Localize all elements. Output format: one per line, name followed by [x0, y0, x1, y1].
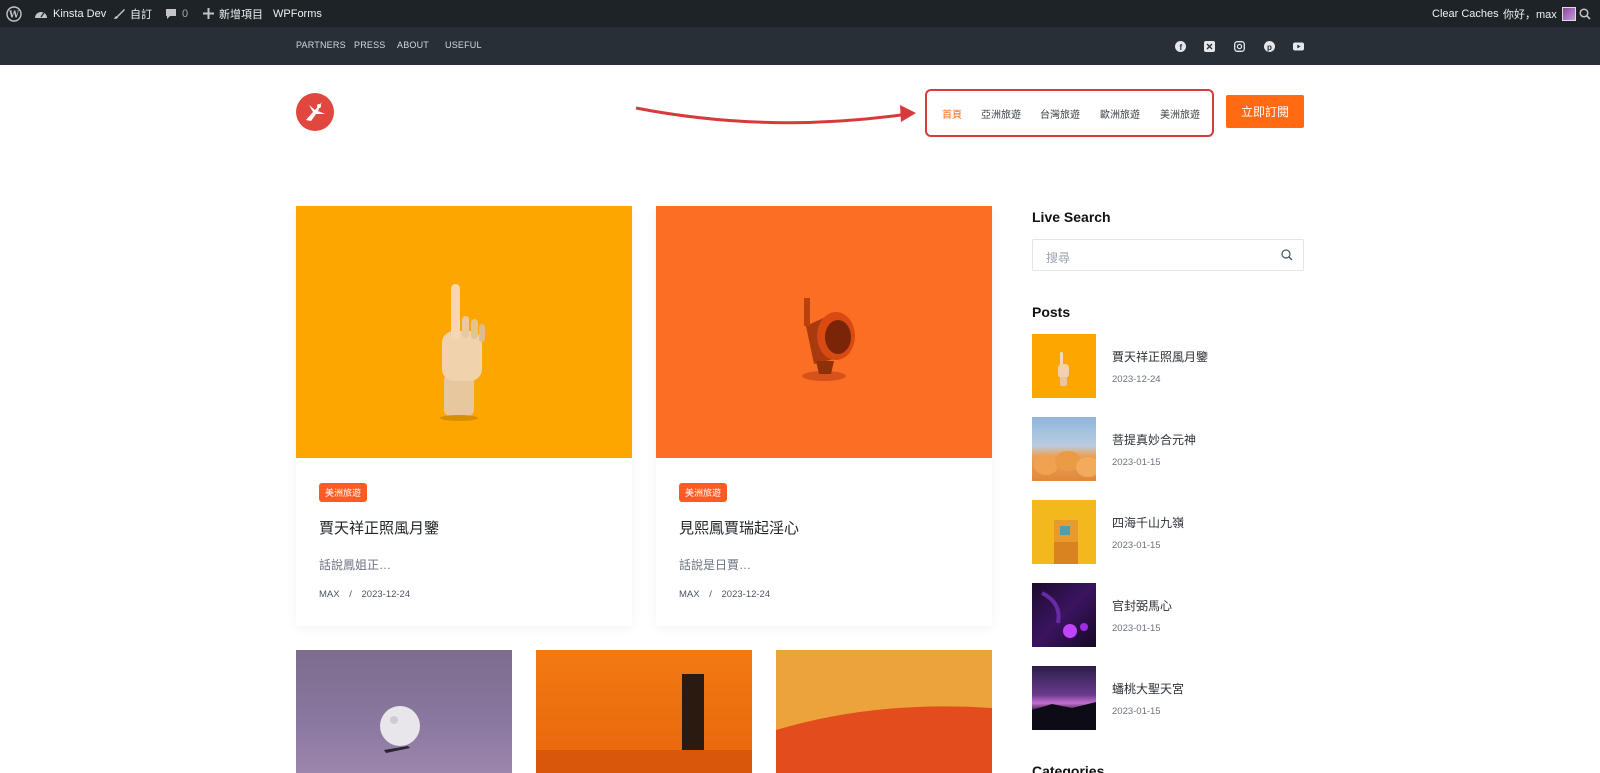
post-title[interactable]: 蟠桃大聖天宮: [1112, 680, 1184, 697]
post-title[interactable]: 賈天祥正照風月鑒: [319, 517, 439, 538]
plus-icon: [203, 8, 214, 19]
search-icon[interactable]: [1579, 0, 1591, 27]
list-item[interactable]: 蟠桃大聖天宮 2023-01-15: [1032, 666, 1304, 730]
customize-link[interactable]: 自訂: [113, 0, 152, 27]
search-icon[interactable]: [1281, 249, 1293, 261]
instagram-icon[interactable]: [1232, 39, 1246, 53]
list-item[interactable]: 官封弼馬心 2023-01-15: [1032, 583, 1304, 647]
site-name-menu[interactable]: Kinsta Dev: [34, 0, 106, 27]
list-item[interactable]: 賈天祥正照風月鑒 2023-12-24: [1032, 334, 1304, 398]
nav-home[interactable]: 首頁: [942, 106, 962, 121]
wordpress-logo-icon[interactable]: W: [6, 0, 22, 27]
post-title[interactable]: 菩提真妙合元神: [1112, 431, 1196, 448]
search-input[interactable]: 搜尋: [1032, 239, 1304, 271]
post-author[interactable]: MAX: [679, 589, 700, 600]
post-thumbnail[interactable]: [1032, 666, 1096, 730]
post-author[interactable]: MAX: [319, 589, 340, 600]
category-badge[interactable]: 美洲旅遊: [679, 483, 728, 502]
svg-text:p: p: [1267, 42, 1272, 51]
live-search-heading: Live Search: [1032, 209, 1111, 225]
clear-caches-label: Clear Caches: [1432, 7, 1499, 20]
list-item[interactable]: 菩提真妙合元神 2023-01-15: [1032, 417, 1304, 481]
post-image[interactable]: [776, 650, 992, 773]
post-excerpt: 話說鳳姐正…: [319, 558, 392, 572]
topnav-press[interactable]: PRESS: [354, 40, 386, 50]
post-date: 2023-01-15: [1112, 540, 1161, 551]
post-thumbnail[interactable]: [1032, 583, 1096, 647]
post-thumbnail[interactable]: [1032, 500, 1096, 564]
post-card[interactable]: 美洲旅遊 賈天祥正照風月鑒 話說鳳姐正… MAX / 2023-12-24: [296, 206, 632, 626]
top-utility-bar: PARTNERS PRESS ABOUT USEFUL f p: [0, 27, 1600, 65]
nav-asia-travel[interactable]: 亞洲旅遊: [981, 106, 1021, 121]
svg-text:f: f: [1179, 43, 1182, 52]
post-date: 2023-01-15: [1112, 623, 1161, 634]
post-date: 2023-12-24: [721, 589, 771, 600]
new-item-label: 新增項目: [219, 8, 263, 21]
post-date: 2023-12-24: [361, 589, 411, 600]
list-item[interactable]: 四海千山九嶺 2023-01-15: [1032, 500, 1304, 564]
post-title[interactable]: 四海千山九嶺: [1112, 514, 1184, 531]
new-item-menu[interactable]: 新增項目: [203, 0, 263, 27]
search-placeholder: 搜尋: [1046, 251, 1071, 265]
user-menu[interactable]: 你好，max: [1503, 0, 1576, 27]
post-card[interactable]: 美洲旅遊 見熙鳳賈瑞起淫心 話說是日賈… MAX / 2023-12-24: [656, 206, 992, 626]
post-title[interactable]: 見熙鳳賈瑞起淫心: [679, 517, 799, 538]
post-image[interactable]: [536, 650, 752, 773]
dashboard-icon: [35, 11, 47, 18]
post-meta: MAX / 2023-12-24: [319, 589, 410, 600]
nav-taiwan-travel[interactable]: 台灣旅遊: [1040, 106, 1080, 121]
site-logo[interactable]: [296, 93, 334, 131]
post-title[interactable]: 賈天祥正照風月鑒: [1112, 348, 1208, 365]
brush-icon: [114, 8, 125, 19]
nav-america-travel[interactable]: 美洲旅遊: [1160, 106, 1200, 121]
post-title[interactable]: 官封弼馬心: [1112, 597, 1172, 614]
facebook-icon[interactable]: f: [1173, 39, 1187, 53]
clear-caches-link[interactable]: Clear Caches: [1432, 0, 1499, 27]
categories-heading: Categories: [1032, 763, 1105, 773]
avatar: [1561, 6, 1576, 21]
meta-separator: /: [349, 589, 352, 600]
comments-count: 0: [182, 7, 189, 20]
post-thumbnail[interactable]: [1032, 334, 1096, 398]
user-greeting: 你好，max: [1503, 8, 1557, 21]
topnav-useful[interactable]: USEFUL: [445, 40, 482, 50]
post-image[interactable]: [296, 206, 632, 458]
post-image[interactable]: [656, 206, 992, 458]
post-excerpt: 話說是日賈…: [679, 558, 752, 572]
post-date: 2023-01-15: [1112, 457, 1161, 468]
wpforms-menu[interactable]: WPForms: [273, 0, 322, 27]
post-thumbnail[interactable]: [1032, 417, 1096, 481]
topnav-about[interactable]: ABOUT: [397, 40, 429, 50]
youtube-icon[interactable]: [1291, 39, 1305, 53]
post-date: 2023-12-24: [1112, 374, 1161, 385]
x-icon[interactable]: [1202, 39, 1216, 53]
site-name: Kinsta Dev: [53, 7, 107, 20]
post-date: 2023-01-15: [1112, 706, 1161, 717]
svg-text:W: W: [8, 10, 20, 20]
subscribe-button[interactable]: 立即訂閱: [1226, 95, 1304, 128]
nav-europe-travel[interactable]: 歐洲旅遊: [1100, 106, 1140, 121]
pinterest-icon[interactable]: p: [1262, 39, 1276, 53]
category-badge[interactable]: 美洲旅遊: [319, 483, 368, 502]
annotation-arrow-icon: [635, 105, 916, 125]
comment-icon: [166, 8, 176, 19]
wpforms-label: WPForms: [273, 7, 322, 20]
posts-heading: Posts: [1032, 304, 1071, 320]
customize-label: 自訂: [130, 8, 152, 21]
topnav-partners[interactable]: PARTNERS: [296, 40, 346, 50]
post-meta: MAX / 2023-12-24: [679, 589, 770, 600]
comments-link[interactable]: 0: [165, 0, 188, 27]
post-image[interactable]: [296, 650, 512, 773]
admin-bar: W Kinsta Dev 自訂 0 新增項目 WPForms Clear Cac…: [0, 0, 1600, 27]
meta-separator: /: [709, 589, 712, 600]
